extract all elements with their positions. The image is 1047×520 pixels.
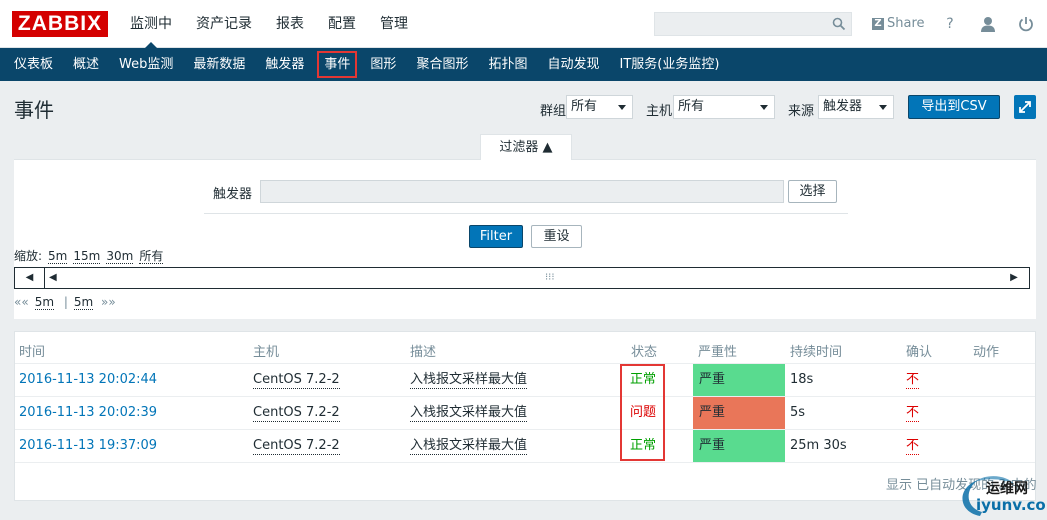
event-time-link[interactable]: 2016-11-13 20:02:39 [19, 405, 157, 421]
status-highlight-box [620, 364, 665, 461]
zoom-30m[interactable]: 30m [106, 249, 134, 264]
share-label: Share [887, 16, 925, 31]
group-label: 群组 [540, 104, 567, 119]
zoom-label: 缩放: [14, 249, 43, 263]
col-duration[interactable]: 持续时间 [790, 341, 842, 360]
search-icon[interactable] [832, 17, 846, 31]
period-prev[interactable]: «« [14, 295, 29, 309]
host-label: 主机 [646, 104, 673, 119]
subnav-it-services[interactable]: IT服务(业务监控) [609, 48, 729, 81]
event-description-link[interactable]: 入栈报文采样最大值 [410, 438, 528, 455]
source-select[interactable]: 触发器 [818, 95, 894, 119]
top-header: ZABBIX 监测中 资产记录 报表 配置 管理 Z Share ? [0, 0, 1047, 48]
nav-configuration[interactable]: 配置 [316, 0, 368, 48]
event-severity: 严重 [693, 364, 785, 396]
subnav-discovery[interactable]: 自动发现 [537, 48, 609, 81]
sub-nav: 仪表板 概述 Web监测 最新数据 触发器 事件 图形 聚合图形 拓扑图 自动发… [0, 48, 1047, 81]
row-divider [15, 396, 1035, 397]
trigger-filter-label: 触发器 [213, 187, 253, 202]
col-time[interactable]: 时间 [19, 341, 45, 360]
slider-left-handle-icon[interactable]: ◀ [49, 268, 57, 288]
period-next[interactable]: »» [101, 295, 116, 309]
watermark-text: 运维网 [986, 481, 1028, 497]
subnav-events[interactable]: 事件 [314, 48, 360, 81]
export-csv-button[interactable]: 导出到CSV [908, 95, 1000, 119]
zoom-all[interactable]: 所有 [139, 249, 164, 264]
event-duration: 25m 30s [790, 438, 847, 453]
col-ack[interactable]: 确认 [906, 341, 932, 360]
col-host[interactable]: 主机 [253, 341, 279, 360]
share-link[interactable]: Z Share [872, 16, 925, 31]
nav-monitoring[interactable]: 监测中 [118, 0, 184, 48]
event-duration: 5s [790, 405, 806, 420]
subnav-maps[interactable]: 拓扑图 [478, 48, 537, 81]
filter-reset-button[interactable]: 重设 [531, 225, 582, 248]
nav-administration[interactable]: 管理 [368, 0, 420, 48]
subnav-latest-data[interactable]: 最新数据 [183, 48, 255, 81]
row-divider [15, 429, 1035, 430]
nav-inventory[interactable]: 资产记录 [184, 0, 264, 48]
row-divider [15, 363, 1035, 364]
main-nav: 监测中 资产记录 报表 配置 管理 [118, 0, 420, 48]
subnav-overview[interactable]: 概述 [63, 48, 109, 81]
share-icon: Z [872, 17, 884, 30]
watermark-url: iyunv.com [976, 496, 1047, 514]
subnav-triggers[interactable]: 触发器 [255, 48, 314, 81]
subnav-screens[interactable]: 聚合图形 [406, 48, 478, 81]
event-time-link[interactable]: 2016-11-13 19:37:09 [19, 438, 157, 454]
col-actions[interactable]: 动作 [973, 341, 999, 360]
subnav-dashboard[interactable]: 仪表板 [4, 48, 63, 81]
event-severity: 严重 [693, 430, 785, 462]
zoom-bar: 缩放: 5m 15m 30m 所有 [14, 247, 164, 264]
event-host-link[interactable]: CentOS 7.2-2 [253, 372, 340, 389]
user-profile-icon[interactable] [978, 14, 998, 34]
fullscreen-icon[interactable] [1014, 95, 1036, 119]
sign-out-icon[interactable] [1016, 14, 1036, 34]
filter-divider [204, 213, 848, 214]
scroll-left-arrow-icon[interactable]: ◀ [15, 268, 45, 288]
event-ack-link[interactable]: 不 [906, 405, 920, 422]
scroll-right-arrow-icon[interactable]: ▶ [999, 268, 1029, 288]
select-trigger-button[interactable]: 选择 [788, 180, 837, 203]
period-left-5m[interactable]: 5m [34, 295, 55, 310]
col-description[interactable]: 描述 [410, 341, 436, 360]
group-select[interactable]: 所有 [566, 95, 633, 119]
trigger-filter-input[interactable] [260, 180, 784, 203]
event-description-link[interactable]: 入栈报文采样最大值 [410, 405, 528, 422]
search-input[interactable] [654, 12, 852, 36]
timeline-scrollbar[interactable]: ◀ ◀ ⁝⁝⁝ ▶ [14, 267, 1030, 289]
slider-grip-icon[interactable]: ⁝⁝⁝ [545, 268, 555, 288]
period-navigation: «« 5m | 5m »» [14, 295, 116, 310]
page-title: 事件 [14, 98, 54, 122]
period-right-5m[interactable]: 5m [73, 295, 94, 310]
nav-reports[interactable]: 报表 [264, 0, 316, 48]
col-status[interactable]: 状态 [631, 341, 657, 360]
event-severity: 严重 [693, 397, 785, 429]
event-duration: 18s [790, 372, 814, 387]
zoom-15m[interactable]: 15m [73, 249, 101, 264]
source-label: 来源 [788, 104, 815, 119]
event-description-link[interactable]: 入栈报文采样最大值 [410, 372, 528, 389]
host-select[interactable]: 所有 [673, 95, 775, 119]
filter-toggle-tab[interactable]: 过滤器 ▲ [480, 134, 572, 160]
row-divider [15, 462, 1035, 463]
period-separator: | [63, 295, 68, 309]
zoom-5m[interactable]: 5m [48, 249, 68, 264]
event-host-link[interactable]: CentOS 7.2-2 [253, 405, 340, 422]
event-time-link[interactable]: 2016-11-13 20:02:44 [19, 372, 157, 388]
event-ack-link[interactable]: 不 [906, 438, 920, 455]
filter-apply-button[interactable]: Filter [469, 225, 523, 248]
subnav-graphs[interactable]: 图形 [360, 48, 406, 81]
zabbix-logo[interactable]: ZABBIX [12, 11, 108, 37]
subnav-web[interactable]: Web监测 [109, 48, 183, 81]
event-ack-link[interactable]: 不 [906, 372, 920, 389]
help-icon[interactable]: ? [940, 14, 960, 34]
event-host-link[interactable]: CentOS 7.2-2 [253, 438, 340, 455]
col-severity[interactable]: 严重性 [698, 341, 737, 360]
